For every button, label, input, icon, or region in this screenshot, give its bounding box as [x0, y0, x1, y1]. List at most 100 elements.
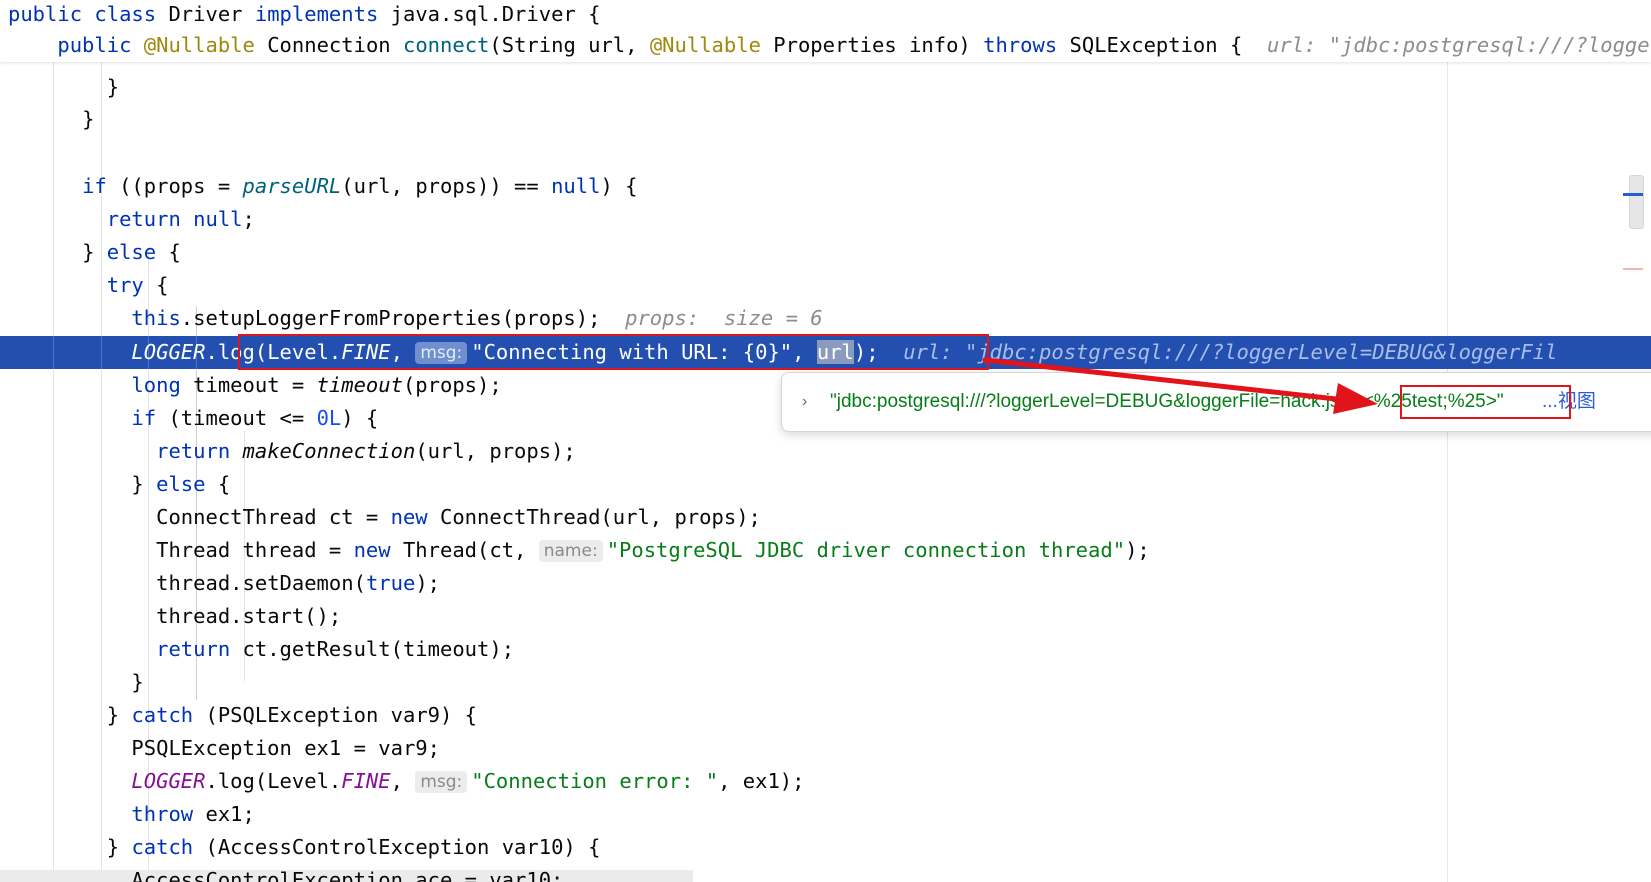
code-lines: } } if ((props = parseURL(url, props)) =… [0, 0, 1651, 882]
code-text: (AccessControlException var10) { [193, 835, 601, 859]
scroll-marker [1623, 193, 1643, 196]
code-line: } catch (AccessControlException var10) { [8, 831, 601, 864]
method-name: makeConnection [242, 439, 416, 463]
code-text: (props); [402, 373, 502, 397]
code-line: thread.setDaemon(true); [8, 567, 440, 600]
static-field: FINE [341, 769, 391, 793]
code-text: } [106, 835, 132, 859]
code-text: } [82, 107, 95, 131]
keyword: public [8, 2, 83, 26]
code-line: if ((props = parseURL(url, props)) == nu… [8, 170, 638, 203]
code-line: if (timeout <= 0L) { [8, 402, 378, 435]
inline-debug-value[interactable]: url: "jdbc:postgresql:///?loggerLevel=DE… [903, 340, 1557, 364]
keyword: else [106, 240, 157, 264]
keyword: new [353, 538, 391, 562]
keyword: public [57, 33, 132, 57]
code-text: ; [242, 207, 255, 231]
code-text: { [143, 273, 169, 297]
string-literal: "Connection error: " [471, 769, 719, 793]
code-text: .log(Level. [205, 769, 342, 793]
keyword: implements [254, 2, 379, 26]
code-line: ConnectThread ct = new ConnectThread(url… [8, 501, 761, 534]
code-text: } [106, 703, 132, 727]
expand-chevron-icon[interactable]: › [802, 373, 807, 431]
keyword: new [390, 505, 428, 529]
annotation: @Nullable [143, 33, 255, 57]
code-line: return makeConnection(url, props); [8, 435, 576, 468]
keyword: if [82, 174, 107, 198]
code-text: thread.start(); [156, 604, 342, 628]
class-declaration-line: public class Driver implements java.sql.… [8, 0, 600, 31]
code-text: Thread thread = [156, 538, 354, 562]
keyword: if [131, 406, 157, 430]
code-text: ((props = [106, 174, 243, 198]
code-line: AccessControlException ace = var10; [8, 864, 563, 882]
code-text: SQLException { [1069, 33, 1243, 57]
code-editor[interactable]: public class Driver implements java.sql.… [0, 0, 1651, 882]
highlight-box-logger-call [238, 334, 989, 370]
code-text: { [156, 240, 181, 264]
keyword: null [551, 174, 601, 198]
keyword: catch [131, 703, 194, 727]
code-text: Thread(ct, [390, 538, 539, 562]
parameter-hint: name: [538, 540, 603, 562]
code-text: (PSQLException var9) { [193, 703, 478, 727]
vertical-scrollbar[interactable] [1629, 175, 1644, 229]
keyword: true [365, 571, 416, 595]
code-line: } [8, 666, 144, 699]
keyword: catch [131, 835, 194, 859]
method-name: parseURL [242, 174, 342, 198]
code-line: } [8, 103, 94, 136]
code-line: LOGGER.log(Level.FINE, msg: "Connection e… [8, 765, 805, 798]
code-text: ) { [341, 406, 379, 430]
keyword: throw [131, 802, 194, 826]
code-text: (url, props); [415, 439, 576, 463]
code-text: timeout = [180, 373, 317, 397]
code-text: ct.getResult(timeout); [230, 637, 515, 661]
sticky-header: public class Driver implements java.sql.… [0, 0, 1651, 62]
code-line: long timeout = timeout(props); [8, 369, 502, 402]
code-line: Thread thread = new Thread(ct, name: "Pos… [8, 534, 1150, 567]
keyword: long [131, 373, 181, 397]
annotation: @Nullable [649, 33, 761, 57]
code-text: PSQLException ex1 = var9; [131, 736, 440, 760]
code-text: Connection [267, 33, 391, 57]
code-text: ) { [600, 174, 638, 198]
keyword: this [131, 306, 181, 330]
code-text: (String url, [489, 33, 650, 57]
code-line: thread.start(); [8, 600, 341, 633]
code-text: { [205, 472, 231, 496]
highlight-box-payload [1400, 385, 1571, 419]
code-line: } else { [8, 468, 230, 501]
code-text: ex1; [193, 802, 255, 826]
keyword: try [106, 273, 144, 297]
code-text: java.sql.Driver { [390, 2, 601, 26]
keyword: class [94, 2, 157, 26]
code-text: } [131, 670, 144, 694]
keyword: throws [983, 33, 1058, 57]
code-text: } [106, 75, 120, 99]
code-text: thread.setDaemon( [156, 571, 366, 595]
code-text: , [390, 769, 416, 793]
code-text: ); [415, 571, 440, 595]
parameter-hint: msg: [415, 771, 468, 793]
keyword: return [156, 637, 231, 661]
code-text: Properties info) [760, 33, 984, 57]
code-text: } [131, 472, 157, 496]
number-literal: 0L [316, 406, 342, 430]
code-line: throw ex1; [8, 798, 255, 831]
code-text: AccessControlException ace = var10; [131, 868, 564, 882]
class-name: Driver [168, 2, 243, 26]
code-line: return null; [8, 203, 255, 236]
code-text: ); [1125, 538, 1150, 562]
code-line: } [8, 71, 119, 104]
static-field: LOGGER [131, 769, 206, 793]
keyword: else [156, 472, 206, 496]
method-declaration-line: public @Nullable Connection connect(Stri… [8, 29, 1651, 62]
code-line: } else { [8, 236, 181, 269]
static-field: LOGGER [131, 340, 206, 364]
code-text: .setupLoggerFromProperties(props); [180, 306, 601, 330]
inline-debug-value: props: size = 6 [625, 306, 823, 330]
code-text: (url, props)) == [341, 174, 552, 198]
method-name: connect [402, 33, 490, 57]
